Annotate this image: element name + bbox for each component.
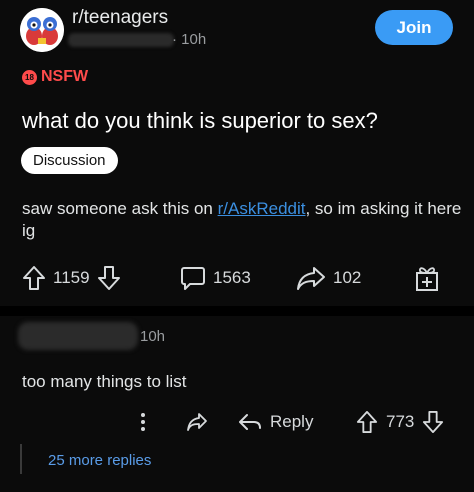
post-body-prefix: saw someone ask this on	[22, 199, 218, 218]
post-card: r/teenagers · 10h Join 18 NSFW what do y…	[0, 0, 474, 306]
award-button[interactable]	[414, 262, 440, 294]
subreddit-link[interactable]: r/AskReddit	[218, 199, 306, 218]
redacted-username	[68, 33, 174, 47]
post-action-bar: 1159 1563 102	[0, 262, 474, 294]
vote-group: 1159	[22, 262, 121, 294]
comment-vote-group: 773	[356, 408, 444, 436]
post-body: saw someone ask this on r/AskReddit, so …	[22, 198, 462, 242]
redacted-commenter	[18, 322, 138, 350]
share-arrow-icon	[296, 265, 326, 291]
post-title[interactable]: what do you think is superior to sex?	[22, 108, 378, 134]
thread-line	[20, 444, 22, 474]
comment-time: 10h	[140, 328, 166, 345]
comment-share-button[interactable]	[186, 408, 208, 436]
comment-upvote-count: 773	[386, 412, 415, 431]
more-replies-link[interactable]: 25 more replies	[48, 452, 151, 469]
more-vertical-icon	[138, 411, 148, 433]
nsfw-label: NSFW	[41, 68, 89, 85]
share-arrow-icon	[186, 412, 208, 432]
more-options-button[interactable]	[138, 408, 148, 436]
arrow-up-icon[interactable]	[22, 265, 46, 291]
arrow-down-icon[interactable]	[97, 265, 121, 291]
comments-button[interactable]: 1563	[180, 262, 251, 294]
comment-text: too many things to list	[22, 372, 187, 391]
share-button[interactable]: 102	[296, 262, 361, 294]
arrow-up-icon[interactable]	[356, 410, 378, 434]
share-count: 102	[333, 268, 362, 287]
post-time: · 10h	[172, 31, 207, 48]
comment-bubble-icon	[180, 265, 206, 291]
post-flair[interactable]: Discussion	[21, 147, 118, 174]
gift-award-icon	[414, 264, 440, 292]
arrow-down-icon[interactable]	[422, 410, 444, 434]
comment-count: 1563	[213, 268, 251, 287]
section-divider	[0, 306, 474, 316]
reply-label: Reply	[270, 412, 314, 431]
reply-arrow-icon	[238, 412, 262, 432]
comment-action-bar: Reply 773	[0, 408, 474, 436]
post-time-value: 10h	[181, 31, 207, 48]
join-button[interactable]: Join	[375, 10, 453, 45]
upvote-count: 1159	[53, 268, 90, 287]
subreddit-name[interactable]: r/teenagers	[72, 7, 168, 29]
nsfw-18-icon: 18	[22, 69, 37, 85]
nsfw-tag: 18 NSFW	[22, 68, 88, 86]
reply-button[interactable]: Reply	[238, 408, 313, 436]
subreddit-avatar[interactable]	[20, 8, 64, 52]
comment-card: 10h too many things to list Reply 773 25…	[0, 316, 474, 492]
